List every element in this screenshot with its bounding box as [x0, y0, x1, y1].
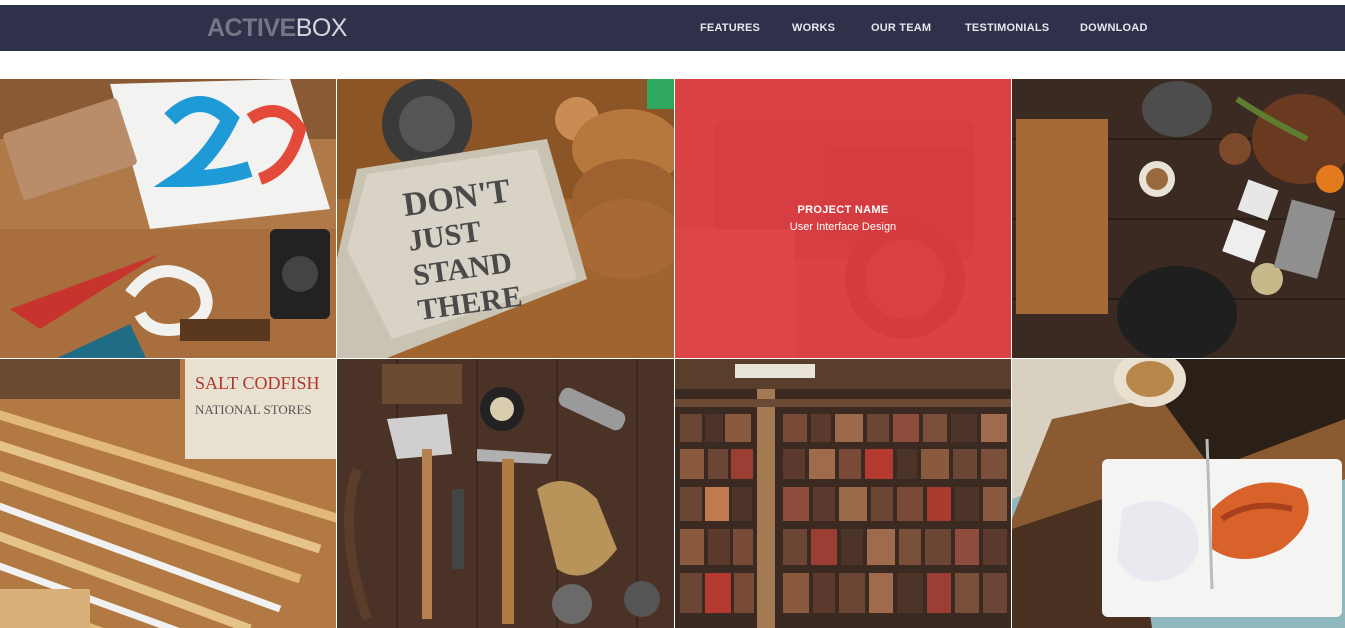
portfolio-grid: DON'T JUST STAND THERE PROJECT NAME User… — [0, 79, 1345, 628]
portfolio-tile-food[interactable] — [1012, 359, 1345, 628]
navbar: ACTIVEBOX FEATURES WORKS OUR TEAM TESTIM… — [0, 5, 1345, 51]
portfolio-tile-kitchen[interactable] — [1012, 79, 1345, 358]
food-image — [1012, 359, 1345, 628]
svg-text:SALT CODFISH: SALT CODFISH — [195, 373, 320, 393]
notebook-image: DON'T JUST STAND THERE — [337, 79, 674, 358]
portfolio-tile-camera[interactable]: PROJECT NAME User Interface Design — [675, 79, 1011, 358]
svg-text:NATIONAL STORES: NATIONAL STORES — [195, 402, 312, 417]
project-category: User Interface Design — [789, 220, 897, 233]
portfolio-tile-tools[interactable] — [337, 359, 674, 628]
nav-download[interactable]: DOWNLOAD — [1080, 19, 1148, 37]
kitchen-image — [1012, 79, 1345, 358]
nav-our-team[interactable]: OUR TEAM — [871, 19, 931, 37]
portfolio-tile-notebook[interactable]: DON'T JUST STAND THERE — [337, 79, 674, 358]
logo-bold: ACTIVE — [207, 14, 296, 42]
school-supplies-image — [0, 79, 336, 358]
logo[interactable]: ACTIVEBOX — [207, 13, 347, 43]
portfolio-tile-rulers[interactable]: SALT CODFISH NATIONAL STORES — [0, 359, 336, 628]
logo-light: BOX — [295, 14, 348, 42]
rulers-image: SALT CODFISH NATIONAL STORES — [0, 359, 336, 628]
nav-testimonials[interactable]: TESTIMONIALS — [965, 19, 1049, 37]
tools-image — [337, 359, 674, 628]
project-hover-overlay[interactable]: PROJECT NAME User Interface Design — [675, 79, 1011, 358]
project-name: PROJECT NAME — [797, 203, 889, 216]
portfolio-tile-school-supplies[interactable] — [0, 79, 336, 358]
letterpress-image — [675, 359, 1011, 628]
nav-works[interactable]: WORKS — [792, 19, 835, 37]
nav-features[interactable]: FEATURES — [700, 19, 760, 37]
portfolio-tile-letterpress[interactable] — [675, 359, 1011, 628]
